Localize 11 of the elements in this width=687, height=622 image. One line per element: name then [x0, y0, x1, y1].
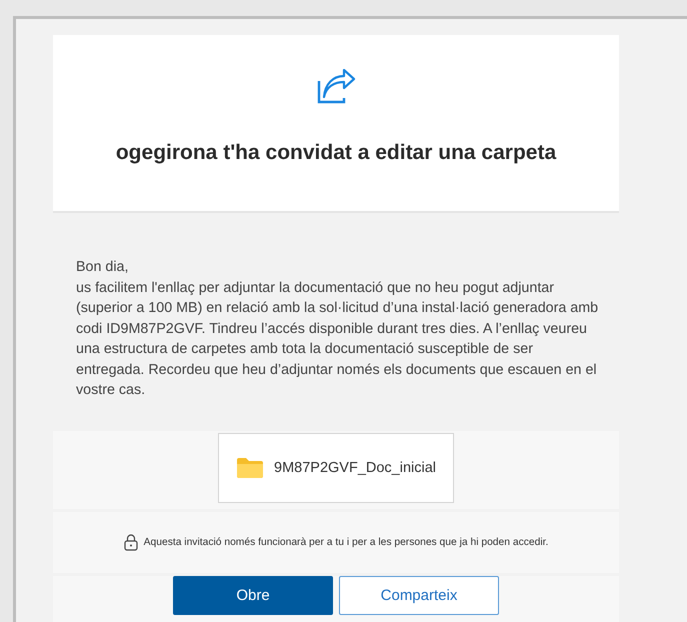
open-button[interactable]: Obre: [173, 576, 333, 614]
folder-name: 9M87P2GVF_Doc_inicial: [274, 460, 436, 476]
notice-text: Aquesta invitació només funcionarà per a tu i per a les persones que ja hi poden accedir.: [144, 536, 548, 548]
share-button[interactable]: Comparteix: [339, 576, 499, 614]
greeting-text: Bon dia,: [76, 258, 130, 277]
share-icon: [316, 69, 356, 105]
invitation-title: ogegirona t'ha convidat a editar una carpeta: [116, 141, 556, 165]
message-paragraph: us facilitem l'enllaç per adjuntar la documentació que no heu pogut adjuntar (superior a 100 MB) en relació amb la sol·licitud d’una instal·lació generadora amb codi ID9M87P2GVF. Tindreu l’accés disponible durant tres dies. A l’enllaç veureu una estructura de carpetes amb tota la documentació susceptible de ser entregada. Recordeu que heu d’adjuntar només els documents que escauen en el vostre cas.: [76, 278, 599, 400]
folder-card[interactable]: 9M87P2GVF_Doc_inicial: [218, 432, 454, 502]
lock-icon: [124, 534, 138, 550]
folder-icon: [236, 456, 264, 478]
